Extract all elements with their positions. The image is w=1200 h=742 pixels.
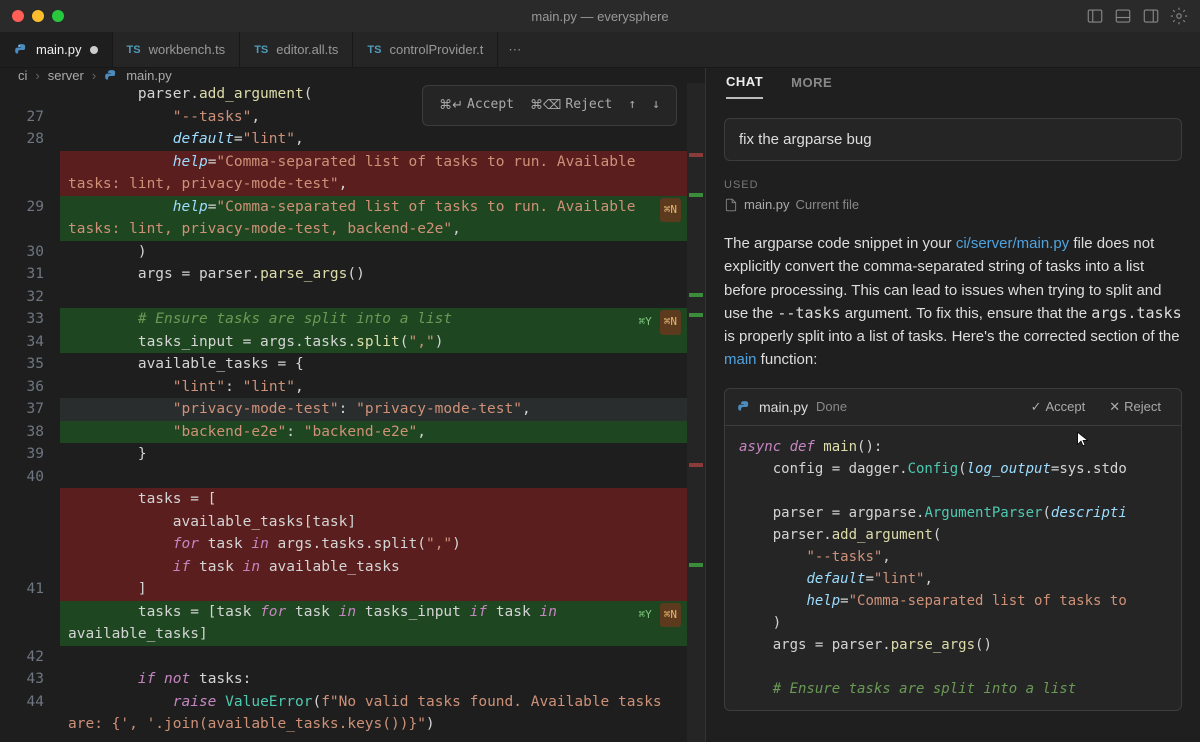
panel-left-icon[interactable] bbox=[1086, 7, 1104, 25]
accept-button[interactable]: ⌘↵ Accept bbox=[431, 90, 522, 121]
keybind: ⌘↵ bbox=[439, 94, 463, 117]
titlebar: main.py — everysphere bbox=[0, 0, 1200, 32]
diff-badge[interactable]: ⌘Y⌘N bbox=[635, 310, 682, 335]
code-line[interactable]: ) bbox=[60, 241, 705, 264]
close-window-button[interactable] bbox=[12, 10, 24, 22]
code-line[interactable]: default="lint", bbox=[60, 128, 705, 151]
tab-overflow-button[interactable]: ⋯ bbox=[498, 32, 531, 67]
python-icon bbox=[737, 400, 751, 414]
breadcrumb-segment[interactable]: ci bbox=[18, 68, 27, 83]
code-line-deleted[interactable]: if task in available_tasks bbox=[60, 556, 705, 579]
tab-editor-all-ts[interactable]: TS editor.all.ts bbox=[240, 32, 353, 67]
suggestion-block: main.py Done ✓ Accept ✕ Reject async def… bbox=[724, 388, 1182, 711]
suggestion-header: main.py Done ✓ Accept ✕ Reject bbox=[725, 389, 1181, 426]
line-gutter: 2728 29 303132 333435 363738 3940 41 424… bbox=[0, 83, 60, 742]
file-icon bbox=[724, 198, 738, 212]
diff-badge[interactable]: ⌘Y⌘N bbox=[635, 603, 682, 628]
code-line[interactable]: if not tasks: bbox=[60, 668, 705, 691]
code-line[interactable]: raise ValueError(f"No valid tasks found.… bbox=[60, 691, 705, 736]
used-file-chip[interactable]: main.py Current file bbox=[724, 197, 1182, 212]
dirty-indicator bbox=[90, 46, 98, 54]
ts-icon: TS bbox=[127, 44, 141, 56]
panel-bottom-icon[interactable] bbox=[1114, 7, 1132, 25]
code-line[interactable] bbox=[60, 286, 705, 309]
used-label: USED bbox=[724, 179, 1182, 191]
panel-right-icon[interactable] bbox=[1142, 7, 1160, 25]
code-line-added[interactable]: tasks = [task for task in tasks_input if… bbox=[60, 601, 705, 646]
code-line[interactable]: "privacy-mode-test": "privacy-mode-test"… bbox=[60, 398, 705, 421]
code-line-deleted[interactable]: ] bbox=[60, 578, 705, 601]
code-line-deleted[interactable]: available_tasks[task] bbox=[60, 511, 705, 534]
ts-icon: TS bbox=[254, 44, 268, 56]
code-line-added[interactable]: "backend-e2e": "backend-e2e", bbox=[60, 421, 705, 444]
diff-badge[interactable]: ⌘N bbox=[660, 198, 681, 223]
suggestion-filename: main.py bbox=[759, 399, 808, 415]
breadcrumb[interactable]: ci › server › main.py bbox=[0, 68, 705, 83]
tab-main-py[interactable]: main.py bbox=[0, 32, 113, 67]
chevron-right-icon: › bbox=[92, 68, 96, 83]
code-line-added[interactable]: # Ensure tasks are split into a list ⌘Y⌘… bbox=[60, 308, 705, 331]
inline-suggestion-actions: ⌘↵ Accept ⌘⌫ Reject ↑ ↓ bbox=[422, 85, 677, 126]
tab-workbench-ts[interactable]: TS workbench.ts bbox=[113, 32, 241, 67]
chat-pane: CHAT MORE fix the argparse bug USED main… bbox=[705, 68, 1200, 742]
tab-label: workbench.ts bbox=[149, 42, 226, 57]
minimap[interactable] bbox=[687, 83, 705, 742]
code-line[interactable] bbox=[60, 646, 705, 669]
maximize-window-button[interactable] bbox=[52, 10, 64, 22]
suggestion-status: Done bbox=[816, 399, 847, 414]
chevron-right-icon: › bbox=[35, 68, 39, 83]
prev-button[interactable]: ↑ bbox=[620, 90, 644, 121]
used-file-name: main.py bbox=[744, 197, 790, 212]
used-file-desc: Current file bbox=[796, 197, 860, 212]
code-lines[interactable]: ⌘↵ Accept ⌘⌫ Reject ↑ ↓ parser.add_argum… bbox=[60, 83, 705, 742]
python-icon bbox=[104, 69, 118, 83]
tab-label: editor.all.ts bbox=[276, 42, 338, 57]
accept-button[interactable]: ✓ Accept bbox=[1023, 397, 1094, 417]
code-line[interactable]: "lint": "lint", bbox=[60, 376, 705, 399]
code-line-added[interactable]: help="Comma-separated list of tasks to r… bbox=[60, 196, 705, 241]
tab-chat[interactable]: CHAT bbox=[726, 74, 763, 99]
python-icon bbox=[14, 43, 28, 57]
tab-more[interactable]: MORE bbox=[791, 75, 832, 98]
chat-tabs: CHAT MORE bbox=[706, 68, 1200, 104]
reject-button[interactable]: ✕ Reject bbox=[1101, 397, 1169, 417]
editor-pane: ci › server › main.py 2728 29 303132 333… bbox=[0, 68, 705, 742]
code-line[interactable]: available_tasks = { bbox=[60, 353, 705, 376]
code-line[interactable]: } bbox=[60, 443, 705, 466]
tab-controlprovider-ts[interactable]: TS controlProvider.t bbox=[353, 32, 498, 67]
editor-tabs: main.py TS workbench.ts TS editor.all.ts… bbox=[0, 32, 1200, 68]
code-line[interactable]: args = parser.parse_args() bbox=[60, 263, 705, 286]
keybind: ⌘⌫ bbox=[530, 94, 561, 117]
mouse-cursor-icon bbox=[1075, 431, 1091, 447]
symbol-link[interactable]: main bbox=[724, 351, 757, 368]
suggestion-code[interactable]: async def main(): config = dagger.Config… bbox=[725, 426, 1181, 710]
code-line-deleted[interactable]: help="Comma-separated list of tasks to r… bbox=[60, 151, 705, 196]
code-line-deleted[interactable]: for task in args.tasks.split(",") bbox=[60, 533, 705, 556]
window-controls bbox=[12, 10, 64, 22]
breadcrumb-segment[interactable]: main.py bbox=[126, 68, 172, 83]
reject-button[interactable]: ⌘⌫ Reject bbox=[522, 90, 620, 121]
breadcrumb-segment[interactable]: server bbox=[48, 68, 84, 83]
code-line-deleted[interactable]: tasks = [ bbox=[60, 488, 705, 511]
tab-label: controlProvider.t bbox=[389, 42, 483, 57]
minimize-window-button[interactable] bbox=[32, 10, 44, 22]
code-line-added[interactable]: tasks_input = args.tasks.split(",") bbox=[60, 331, 705, 354]
code-line[interactable] bbox=[60, 466, 705, 489]
gear-icon[interactable] bbox=[1170, 7, 1188, 25]
tab-label: main.py bbox=[36, 42, 82, 57]
ts-icon: TS bbox=[367, 44, 381, 56]
window-title: main.py — everysphere bbox=[531, 9, 668, 24]
file-link[interactable]: ci/server/main.py bbox=[956, 235, 1069, 252]
code-editor[interactable]: 2728 29 303132 333435 363738 3940 41 424… bbox=[0, 83, 705, 742]
next-button[interactable]: ↓ bbox=[644, 90, 668, 121]
title-layout-icons bbox=[1086, 7, 1188, 25]
chat-message: The argparse code snippet in your ci/ser… bbox=[724, 232, 1182, 372]
chat-input[interactable]: fix the argparse bug bbox=[724, 118, 1182, 161]
